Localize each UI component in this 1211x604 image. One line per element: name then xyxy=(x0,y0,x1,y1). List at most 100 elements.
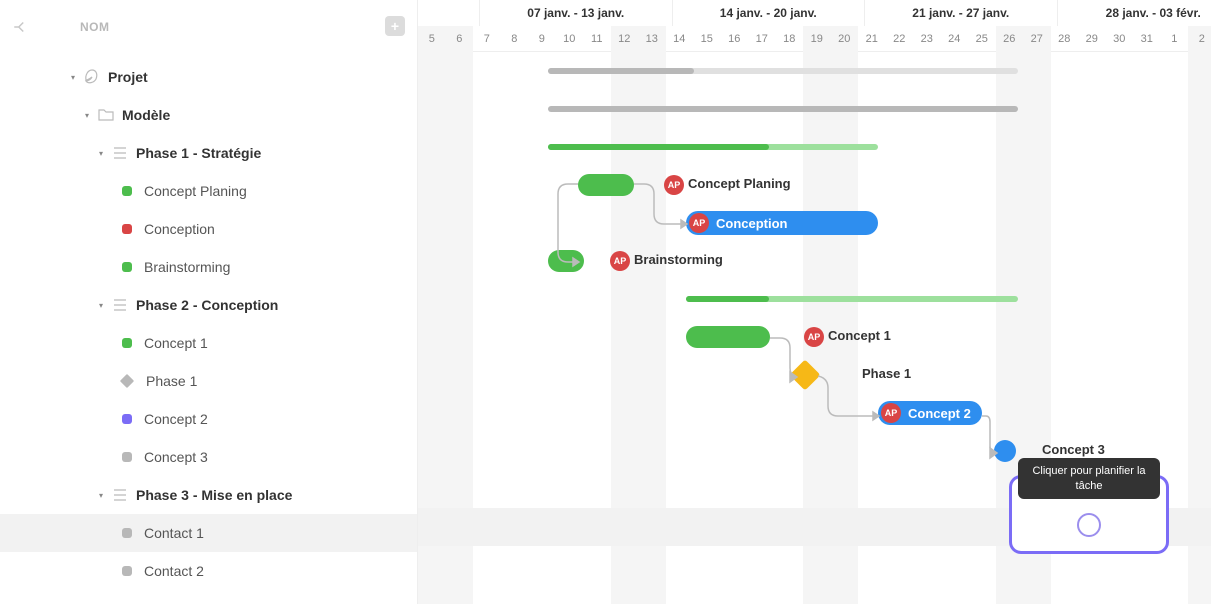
bar-label: Phase 1 xyxy=(862,366,911,381)
milestone-bar[interactable] xyxy=(789,359,820,390)
gantt-row xyxy=(418,128,1211,166)
tree-label: Contact 2 xyxy=(144,563,204,579)
toggle-icon[interactable] xyxy=(96,300,106,310)
add-task-button[interactable]: + xyxy=(385,16,405,36)
bar-label: Concept 2 xyxy=(908,406,971,421)
toggle-icon[interactable] xyxy=(96,490,106,500)
tree-item-concept2[interactable]: Concept 2 xyxy=(0,400,417,438)
assignee-avatar: AP xyxy=(610,251,630,271)
sidebar-header: NOM + xyxy=(0,0,417,54)
day-header: 17 xyxy=(748,26,776,52)
summary-bar-progress xyxy=(548,68,694,74)
day-header: 5 xyxy=(418,26,446,52)
bar-label: Concept 1 xyxy=(828,328,891,343)
schedule-target-icon[interactable] xyxy=(1077,513,1101,537)
day-header: 27 xyxy=(1023,26,1051,52)
day-header: 11 xyxy=(583,26,611,52)
day-header: 21 xyxy=(858,26,886,52)
status-dot-icon xyxy=(122,224,132,234)
gantt-row xyxy=(418,90,1211,128)
gantt-row: Phase 1 xyxy=(418,356,1211,394)
tree-item-modele[interactable]: Modèle xyxy=(0,96,417,134)
back-icon[interactable] xyxy=(12,18,30,36)
toggle-icon[interactable] xyxy=(68,72,78,82)
task-bar[interactable] xyxy=(994,440,1016,462)
gantt-chart[interactable]: 07 janv. - 13 janv.14 janv. - 20 janv.21… xyxy=(418,0,1211,604)
status-dot-icon xyxy=(122,338,132,348)
assignee-avatar: AP xyxy=(689,213,709,233)
status-dot-icon xyxy=(122,414,132,424)
day-header: 9 xyxy=(528,26,556,52)
task-tree: Projet Modèle Phase 1 - Stratégie Concep… xyxy=(0,54,417,594)
week-header: 28 janv. - 03 févr. xyxy=(1057,0,1211,26)
task-bar[interactable]: AP Conception xyxy=(686,211,878,235)
tree-label: Concept 1 xyxy=(144,335,208,351)
tree-item-concept3[interactable]: Concept 3 xyxy=(0,438,417,476)
day-header: 15 xyxy=(693,26,721,52)
tooltip: Cliquer pour planifier la tâche xyxy=(1018,458,1160,499)
bar-label: Concept Planing xyxy=(688,176,791,191)
tree-item-phase2[interactable]: Phase 2 - Conception xyxy=(0,286,417,324)
leaf-icon xyxy=(84,69,100,85)
tree-item-phase1[interactable]: Phase 1 - Stratégie xyxy=(0,134,417,172)
tree-item-projet[interactable]: Projet xyxy=(0,58,417,96)
summary-bar-progress xyxy=(548,144,769,150)
tree-item-contact1[interactable]: Contact 1 xyxy=(0,514,417,552)
day-header: 23 xyxy=(913,26,941,52)
gantt-row xyxy=(418,280,1211,318)
day-header: 29 xyxy=(1078,26,1106,52)
day-header: 7 xyxy=(473,26,501,52)
day-header: 12 xyxy=(611,26,639,52)
day-header: 19 xyxy=(803,26,831,52)
status-dot-icon xyxy=(122,528,132,538)
task-bar[interactable] xyxy=(578,174,634,196)
day-header: 25 xyxy=(968,26,996,52)
toggle-icon[interactable] xyxy=(96,148,106,158)
status-dot-icon xyxy=(122,186,132,196)
bar-label: Conception xyxy=(716,216,788,231)
assignee-avatar: AP xyxy=(804,327,824,347)
summary-bar[interactable] xyxy=(548,106,1018,112)
tree-item-conception[interactable]: Conception xyxy=(0,210,417,248)
tree-item-brainstorming[interactable]: Brainstorming xyxy=(0,248,417,286)
tree-item-phase1-ms[interactable]: Phase 1 xyxy=(0,362,417,400)
gantt-row: AP Concept 1 xyxy=(418,318,1211,356)
milestone-icon xyxy=(120,374,134,388)
tree-item-contact2[interactable]: Contact 2 xyxy=(0,552,417,590)
tree-item-concept-planing[interactable]: Concept Planing xyxy=(0,172,417,210)
folder-icon xyxy=(98,107,114,123)
tree-item-concept1[interactable]: Concept 1 xyxy=(0,324,417,362)
tree-label: Phase 2 - Conception xyxy=(136,297,278,313)
week-header: 14 janv. - 20 janv. xyxy=(672,0,865,26)
bar-label: Brainstorming xyxy=(634,252,723,267)
gantt-row: AP Concept 2 xyxy=(418,394,1211,432)
assignee-avatar: AP xyxy=(881,403,901,423)
day-header: 2 xyxy=(1188,26,1211,52)
status-dot-icon xyxy=(122,262,132,272)
summary-bar-progress xyxy=(686,296,769,302)
task-bar[interactable] xyxy=(548,250,584,272)
day-header: 14 xyxy=(666,26,694,52)
toggle-icon[interactable] xyxy=(82,110,92,120)
column-header-name: NOM xyxy=(80,20,110,34)
task-bar[interactable] xyxy=(686,326,770,348)
tree-item-phase3[interactable]: Phase 3 - Mise en place xyxy=(0,476,417,514)
list-icon xyxy=(112,145,128,161)
day-header: 26 xyxy=(996,26,1024,52)
assignee-avatar: AP xyxy=(664,175,684,195)
status-dot-icon xyxy=(122,566,132,576)
gantt-row: AP Concept Planing xyxy=(418,166,1211,204)
bar-label: Concept 3 xyxy=(1042,442,1105,457)
tree-label: Brainstorming xyxy=(144,259,230,275)
day-header: 18 xyxy=(776,26,804,52)
tree-label: Projet xyxy=(108,69,148,85)
schedule-task-popup[interactable]: Cliquer pour planifier la tâche xyxy=(1009,475,1169,554)
day-header: 16 xyxy=(721,26,749,52)
day-header: 28 xyxy=(1051,26,1079,52)
day-header: 8 xyxy=(501,26,529,52)
tree-label: Concept Planing xyxy=(144,183,247,199)
week-header: 21 janv. - 27 janv. xyxy=(864,0,1057,26)
day-header: 22 xyxy=(886,26,914,52)
task-bar[interactable]: AP Concept 2 xyxy=(878,401,982,425)
list-icon xyxy=(112,297,128,313)
